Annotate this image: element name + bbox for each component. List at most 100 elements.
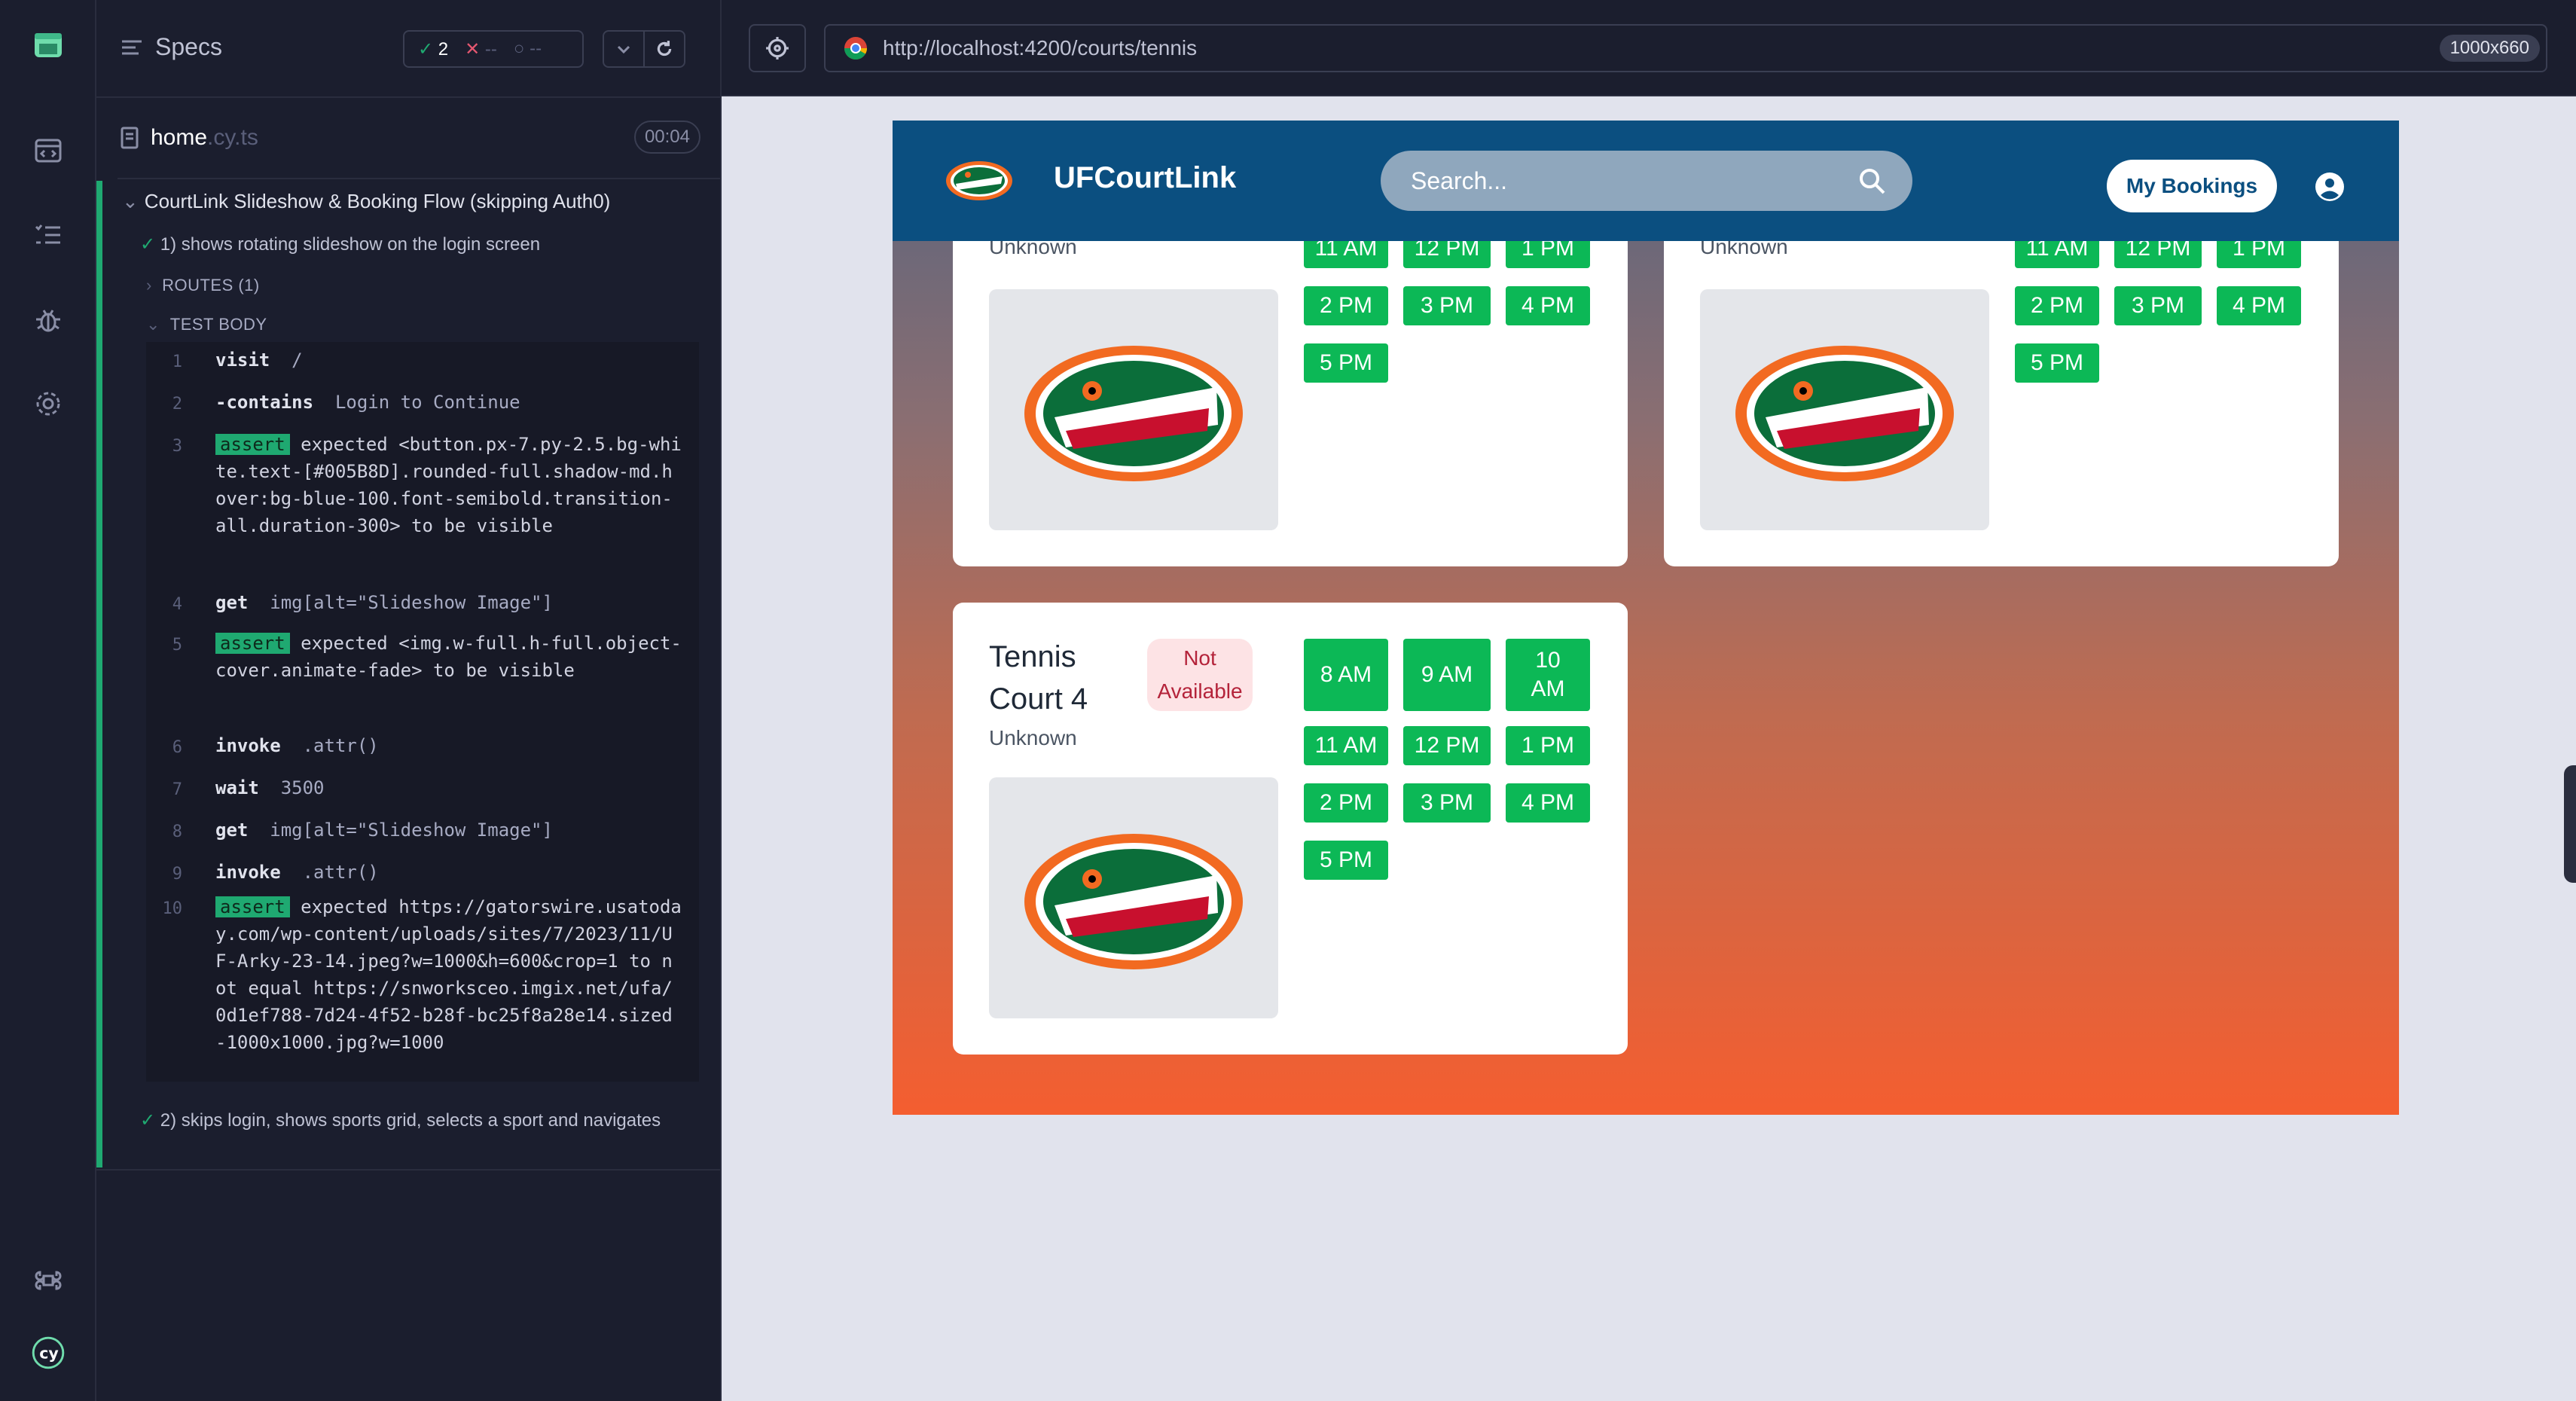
pending-icon: ○ <box>513 38 525 59</box>
time-slot-button[interactable]: 3 PM <box>2114 286 2202 325</box>
time-slot-button[interactable]: 11 AM <box>1304 726 1388 765</box>
command-name: invoke <box>215 862 281 883</box>
expand-collapse-button[interactable] <box>603 30 645 68</box>
test-row-2[interactable]: ✓ 2) skips login, shows sports grid, sel… <box>140 1107 682 1134</box>
time-slot-button[interactable]: 5 PM <box>1304 841 1388 880</box>
pending-stat: ○ -- <box>513 38 542 59</box>
test-row-1[interactable]: ✓ 1) shows rotating slideshow on the log… <box>140 233 540 255</box>
app-navbar: UFCourtLink Search... My Bookings <box>893 121 2399 241</box>
court-location: Unknown <box>989 726 1077 749</box>
nav-rail: cy <box>0 0 96 1401</box>
app-title[interactable]: UFCourtLink <box>1054 161 1236 195</box>
command-row[interactable]: wait 3500 <box>215 774 682 801</box>
url-bar[interactable]: http://localhost:4200/courts/tennis 1000… <box>824 24 2547 72</box>
check-icon: ✓ <box>140 234 156 255</box>
failed-stat: ✕ -- <box>465 38 497 60</box>
time-slot-button[interactable]: 5 PM <box>2015 343 2099 383</box>
time-slot-button[interactable]: 2 PM <box>1304 783 1388 823</box>
time-slot-button[interactable]: 2 PM <box>1304 286 1388 325</box>
time-slot-button[interactable]: 12 PM <box>1403 726 1491 765</box>
court-image <box>989 289 1278 530</box>
assert-row[interactable]: assert expected <img.w-full.h-full.objec… <box>215 630 682 684</box>
command-number: 4 <box>172 595 182 614</box>
specs-icon[interactable] <box>26 128 71 173</box>
divider <box>118 178 722 179</box>
command-number: 7 <box>172 780 182 799</box>
court-image <box>1700 289 1989 530</box>
gator-image <box>1024 346 1243 481</box>
assert-text: expected https://gatorswire.usatoday.com… <box>215 896 682 1053</box>
command-row[interactable]: invoke .attr() <box>215 732 682 759</box>
chevron-down-icon <box>617 45 630 54</box>
time-slot-button[interactable]: 8 AM <box>1304 639 1388 711</box>
spec-file-row[interactable]: home .cy.ts 00:04 <box>121 113 700 163</box>
selector-playground-button[interactable] <box>749 24 806 72</box>
gator-image <box>1735 346 1954 481</box>
court-image <box>989 777 1278 1018</box>
time-slot-button[interactable]: 3 PM <box>1403 286 1491 325</box>
command-name: -contains <box>215 392 314 413</box>
browser-toolbar: http://localhost:4200/courts/tennis 1000… <box>722 0 2576 96</box>
search-input[interactable]: Search... <box>1381 151 1912 211</box>
specs-list-icon <box>122 40 142 54</box>
time-slot-button[interactable]: 4 PM <box>2217 286 2301 325</box>
command-row[interactable]: -contains Login to Continue <box>215 389 682 416</box>
spec-extension: .cy.ts <box>207 125 258 150</box>
command-row[interactable]: get img[alt="Slideshow Image"] <box>215 589 682 616</box>
divider <box>96 1169 722 1171</box>
time-slot-button[interactable]: 3 PM <box>1403 783 1491 823</box>
assert-row[interactable]: assert expected <button.px-7.py-2.5.bg-w… <box>215 431 682 539</box>
command-row[interactable]: visit / <box>215 346 682 374</box>
command-number: 9 <box>172 865 182 884</box>
test-stats: ✓ 2 ✕ -- ○ -- <box>403 30 584 68</box>
time-slot-button[interactable]: 1 PM <box>1506 726 1590 765</box>
time-slot-button[interactable]: 4 PM <box>1506 783 1590 823</box>
runs-icon[interactable] <box>26 212 71 258</box>
time-slot-button[interactable]: 10 AM <box>1506 639 1590 711</box>
command-name: visit <box>215 349 270 371</box>
assert-row[interactable]: assert expected https://gatorswire.usato… <box>215 893 682 1056</box>
url-text: http://localhost:4200/courts/tennis <box>883 36 1198 60</box>
file-icon <box>121 127 139 149</box>
resize-handle[interactable] <box>2564 765 2576 883</box>
search-icon[interactable] <box>1857 166 1887 196</box>
chrome-icon <box>844 37 867 60</box>
command-name: invoke <box>215 735 281 756</box>
command-log: 1 visit / 2 -contains Login to Continue … <box>146 342 699 1082</box>
time-slot-button[interactable]: 5 PM <box>1304 343 1388 383</box>
command-arg: .attr() <box>302 735 379 756</box>
my-bookings-button[interactable]: My Bookings <box>2107 160 2277 212</box>
rerun-button[interactable] <box>643 30 685 68</box>
command-arg: 3500 <box>280 777 325 798</box>
command-number: 2 <box>172 395 182 414</box>
gator-logo-icon[interactable] <box>945 154 1013 202</box>
command-name: wait <box>215 777 259 798</box>
command-row[interactable]: invoke .attr() <box>215 859 682 886</box>
viewport-size-badge[interactable]: 1000x660 <box>2439 35 2540 62</box>
time-slot-button[interactable]: 9 AM <box>1403 639 1491 711</box>
user-account-icon[interactable] <box>2315 172 2345 202</box>
debug-icon[interactable] <box>26 297 71 342</box>
app-logo-icon[interactable] <box>26 23 71 68</box>
app-frame: UFCourtLink Search... My Bookings Unknow… <box>893 121 2399 1115</box>
command-name: get <box>215 820 249 841</box>
reporter-header: Specs ✓ 2 ✕ -- ○ -- <box>96 0 722 98</box>
command-name: get <box>215 592 249 613</box>
cypress-logo-icon[interactable]: cy <box>26 1330 71 1375</box>
command-row[interactable]: get img[alt="Slideshow Image"] <box>215 816 682 844</box>
time-slot-button[interactable]: 2 PM <box>2015 286 2099 325</box>
chevron-down-icon: ⌄ <box>122 190 139 212</box>
settings-icon[interactable] <box>26 381 71 426</box>
time-slot-button[interactable]: 4 PM <box>1506 286 1590 325</box>
spec-duration: 00:04 <box>633 121 700 154</box>
specs-title[interactable]: Specs <box>121 33 222 61</box>
command-number: 10 <box>162 899 183 918</box>
suite-title[interactable]: ⌄ CourtLink Slideshow & Booking Flow (ski… <box>122 190 610 213</box>
passed-stat: ✓ 2 <box>418 38 449 60</box>
keyboard-shortcuts-icon[interactable] <box>26 1258 71 1303</box>
routes-section[interactable]: › ROUTES (1) <box>146 276 260 295</box>
court-card: Tennis Court 4 Not Available Unknown 8 A… <box>953 603 1628 1055</box>
spec-name: home <box>151 125 208 150</box>
check-icon: ✓ <box>140 1110 156 1131</box>
test-body-section[interactable]: ⌄ TEST BODY <box>146 315 267 334</box>
